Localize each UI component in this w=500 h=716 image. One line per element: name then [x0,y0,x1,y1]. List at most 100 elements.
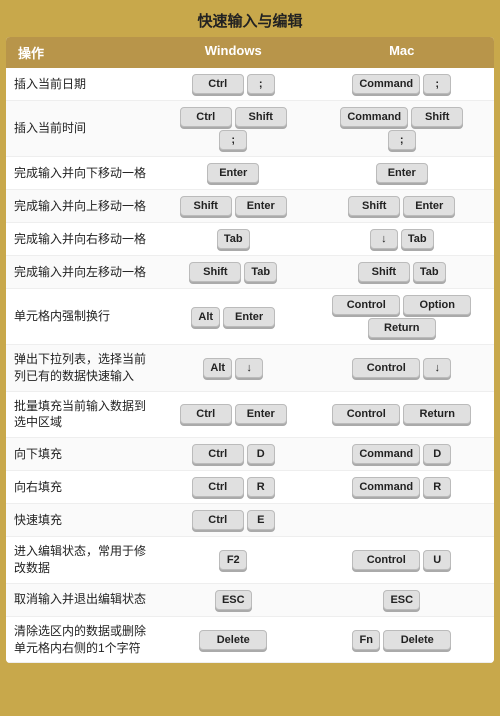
key-badge: R [247,477,275,497]
mac-keys: CommandR [318,477,487,497]
table-row: 清除选区内的数据或删除单元格内右侧的1个字符DeleteFnDelete [6,617,494,664]
key-badge: Enter [376,163,428,183]
key-badge: D [423,444,451,464]
table-row: 完成输入并向上移动一格ShiftEnterShiftEnter [6,190,494,223]
key-badge: ; [219,130,247,150]
key-badge: R [423,477,451,497]
key-badge: Ctrl [180,404,232,424]
key-badge: E [247,510,275,530]
windows-keys: Enter [149,163,318,183]
operation-label: 快速填充 [14,512,149,529]
operation-label: 插入当前时间 [14,120,149,137]
table-row: 插入当前日期Ctrl;Command; [6,68,494,101]
key-badge: ↓ [235,358,263,378]
key-badge: Command [352,74,420,94]
windows-keys: CtrlE [149,510,318,530]
operation-label: 弹出下拉列表，选择当前列已有的数据快速输入 [14,351,149,385]
key-badge: Ctrl [192,74,244,94]
windows-keys: AltEnter [149,307,318,327]
table-row: 取消输入并退出编辑状态ESCESC [6,584,494,617]
key-badge: Ctrl [180,107,232,127]
windows-keys: Ctrl; [149,74,318,94]
shortcut-table: 操作 Windows Mac 插入当前日期Ctrl;Command;插入当前时间… [6,37,494,663]
windows-keys: CtrlR [149,477,318,497]
operation-label: 取消输入并退出编辑状态 [14,591,149,608]
table-header: 操作 Windows Mac [6,37,494,68]
key-badge: Control [352,550,420,570]
operation-label: 批量填充当前输入数据到选中区域 [14,398,149,432]
key-badge: U [423,550,451,570]
mac-keys: Command; [318,74,487,94]
mac-keys: Control↓ [318,358,487,378]
key-badge: Command [340,107,408,127]
key-badge: Tab [217,229,250,249]
operation-label: 插入当前日期 [14,76,149,93]
key-badge: Shift [189,262,241,282]
key-badge: ↓ [423,358,451,378]
mac-keys: Enter [318,163,487,183]
key-badge: Delete [383,630,451,650]
windows-keys: F2 [149,550,318,570]
key-badge: Option [403,295,471,315]
key-badge: Control [332,404,400,424]
operation-label: 完成输入并向左移动一格 [14,264,149,281]
key-badge: Control [352,358,420,378]
windows-keys: ShiftTab [149,262,318,282]
key-badge: ↓ [370,229,398,249]
key-badge: Return [368,318,436,338]
windows-keys: CtrlShift; [149,107,318,150]
key-badge: Enter [223,307,275,327]
key-badge: Tab [413,262,446,282]
key-badge: Enter [403,196,455,216]
table-body: 插入当前日期Ctrl;Command;插入当前时间CtrlShift;Comma… [6,68,494,663]
table-row: 完成输入并向右移动一格Tab↓Tab [6,223,494,256]
mac-keys: ControlOption Return [318,295,487,338]
key-badge: Delete [199,630,267,650]
key-badge: Ctrl [192,510,244,530]
windows-keys: CtrlD [149,444,318,464]
windows-keys: Tab [149,229,318,249]
mac-keys: CommandD [318,444,487,464]
key-badge: Enter [207,163,259,183]
key-badge: Return [403,404,471,424]
header-op: 操作 [14,43,149,62]
key-badge: Shift [411,107,463,127]
key-badge: Shift [180,196,232,216]
key-badge: F2 [219,550,247,570]
table-row: 批量填充当前输入数据到选中区域CtrlEnterControlReturn [6,392,494,439]
table-row: 完成输入并向下移动一格 Enter Enter [6,157,494,190]
key-badge: Tab [244,262,277,282]
key-badge: Shift [348,196,400,216]
table-row: 向右填充CtrlRCommandR [6,471,494,504]
mac-keys: FnDelete [318,630,487,650]
key-badge: Shift [235,107,287,127]
operation-label: 完成输入并向上移动一格 [14,198,149,215]
header-windows: Windows [149,43,318,62]
key-badge: Ctrl [192,477,244,497]
mac-keys: ShiftEnter [318,196,487,216]
key-badge: Tab [401,229,434,249]
operation-label: 完成输入并向下移动一格 [14,165,149,182]
key-badge: Alt [191,307,220,327]
key-badge: Enter [235,404,287,424]
table-row: 单元格内强制换行AltEnterControlOptionReturn [6,289,494,345]
key-badge: Alt [203,358,232,378]
windows-keys: CtrlEnter [149,404,318,424]
key-badge: ESC [215,590,252,610]
key-badge: Shift [358,262,410,282]
windows-keys: ShiftEnter [149,196,318,216]
mac-keys: ShiftTab [318,262,487,282]
key-badge: Ctrl [192,444,244,464]
page-title: 快速输入与编辑 [0,0,500,37]
key-badge: Control [332,295,400,315]
table-row: 向下填充CtrlDCommandD [6,438,494,471]
table-row: 弹出下拉列表，选择当前列已有的数据快速输入Alt↓Control↓ [6,345,494,392]
mac-keys: ControlReturn [318,404,487,424]
key-badge: Command [352,444,420,464]
key-badge: ; [388,130,416,150]
operation-label: 单元格内强制换行 [14,308,149,325]
table-row: 快速填充CtrlE [6,504,494,537]
key-badge: D [247,444,275,464]
key-badge: ; [423,74,451,94]
operation-label: 完成输入并向右移动一格 [14,231,149,248]
